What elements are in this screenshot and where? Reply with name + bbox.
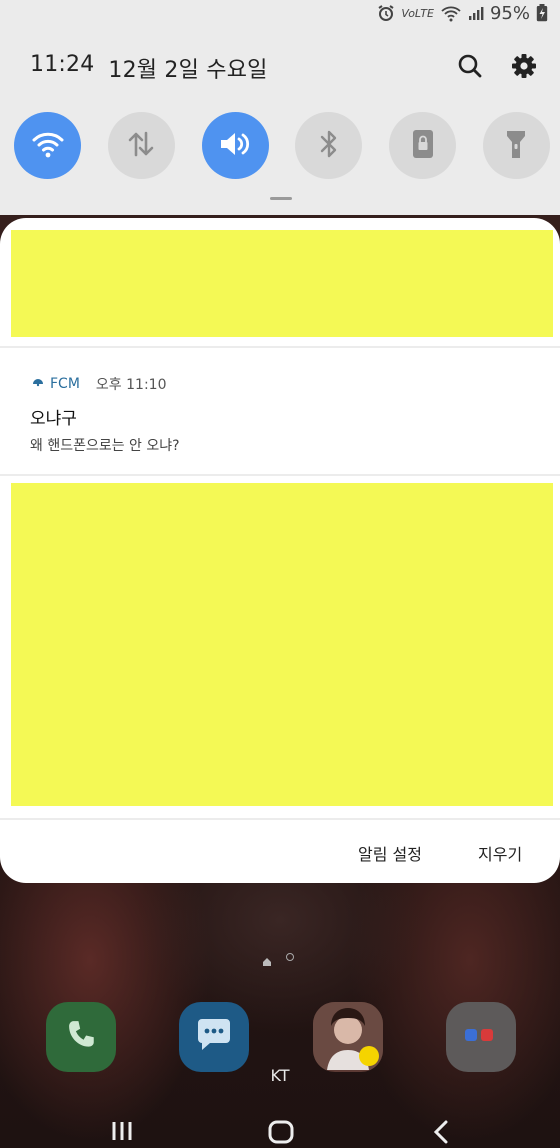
volte-icon: VoLTE [401, 6, 434, 20]
search-icon[interactable] [456, 52, 484, 80]
quick-toggle-mobile-data[interactable] [107, 112, 175, 179]
shade-clock-row: 11:24 12월 2일 수요일 [30, 52, 268, 84]
alarm-icon [377, 4, 395, 22]
navigation-bar [0, 1110, 560, 1148]
profile-photo-icon [312, 1002, 383, 1072]
notification-body[interactable]: 왜 핸드폰으로는 안 오냐? [30, 435, 180, 455]
page-dot [286, 953, 294, 961]
notification-title[interactable]: 오냐구 [30, 404, 77, 429]
gear-icon[interactable] [510, 52, 538, 80]
flashlight-icon [504, 127, 528, 165]
message-icon [194, 1017, 234, 1057]
shade-time: 11:24 [30, 52, 95, 77]
messages-app[interactable] [179, 1002, 250, 1072]
shade-top-actions [456, 52, 538, 80]
home-page-icon [262, 952, 272, 966]
shade-date: 12월 2일 수요일 [108, 58, 268, 83]
battery-percent: 95% [489, 2, 530, 24]
kakaotalk-profile-app[interactable] [312, 1002, 383, 1072]
wifi-icon [31, 129, 65, 163]
fcm-app-icon [32, 376, 44, 392]
notification-shade-header [0, 0, 560, 215]
page-indicator [262, 952, 294, 966]
phone-icon [64, 1016, 98, 1058]
divider [0, 474, 560, 476]
portrait-lock-icon [410, 128, 436, 164]
divider [0, 818, 560, 820]
notification-app-name: FCM [50, 376, 80, 392]
app-folder[interactable] [445, 1002, 516, 1072]
volume-icon [218, 129, 252, 163]
redacted-notification [11, 483, 553, 806]
phone-app[interactable] [46, 1002, 116, 1072]
status-bar: VoLTE 95% [377, 0, 548, 26]
quick-toggle-flashlight[interactable] [482, 112, 550, 179]
bluetooth-icon [317, 128, 341, 164]
folder-icon [461, 1025, 501, 1049]
redacted-notification [11, 230, 553, 337]
wifi-status-icon [440, 4, 462, 22]
notification-header[interactable]: FCM 오후 11:10 [32, 374, 166, 394]
recent-apps-icon[interactable] [110, 1120, 134, 1146]
clear-all-button[interactable]: 지우기 [478, 841, 522, 865]
quick-toggle-wifi[interactable] [14, 112, 81, 179]
quick-toggle-portrait-lock[interactable] [389, 112, 457, 179]
quick-settings-row [14, 112, 550, 179]
notification-settings-button[interactable]: 알림 설정 [358, 841, 422, 865]
signal-icon [468, 5, 484, 21]
home-button-icon[interactable] [268, 1120, 294, 1148]
battery-icon [536, 4, 548, 22]
quick-toggle-bluetooth[interactable] [295, 112, 363, 179]
home-dock [46, 1002, 516, 1072]
quick-toggle-sound[interactable] [201, 112, 269, 179]
divider [0, 346, 560, 348]
mobile-data-icon [126, 129, 156, 163]
shade-expand-handle[interactable] [270, 197, 292, 200]
back-icon[interactable] [432, 1120, 450, 1148]
notification-time: 오후 11:10 [95, 377, 167, 393]
carrier-label: KT [270, 1066, 290, 1085]
